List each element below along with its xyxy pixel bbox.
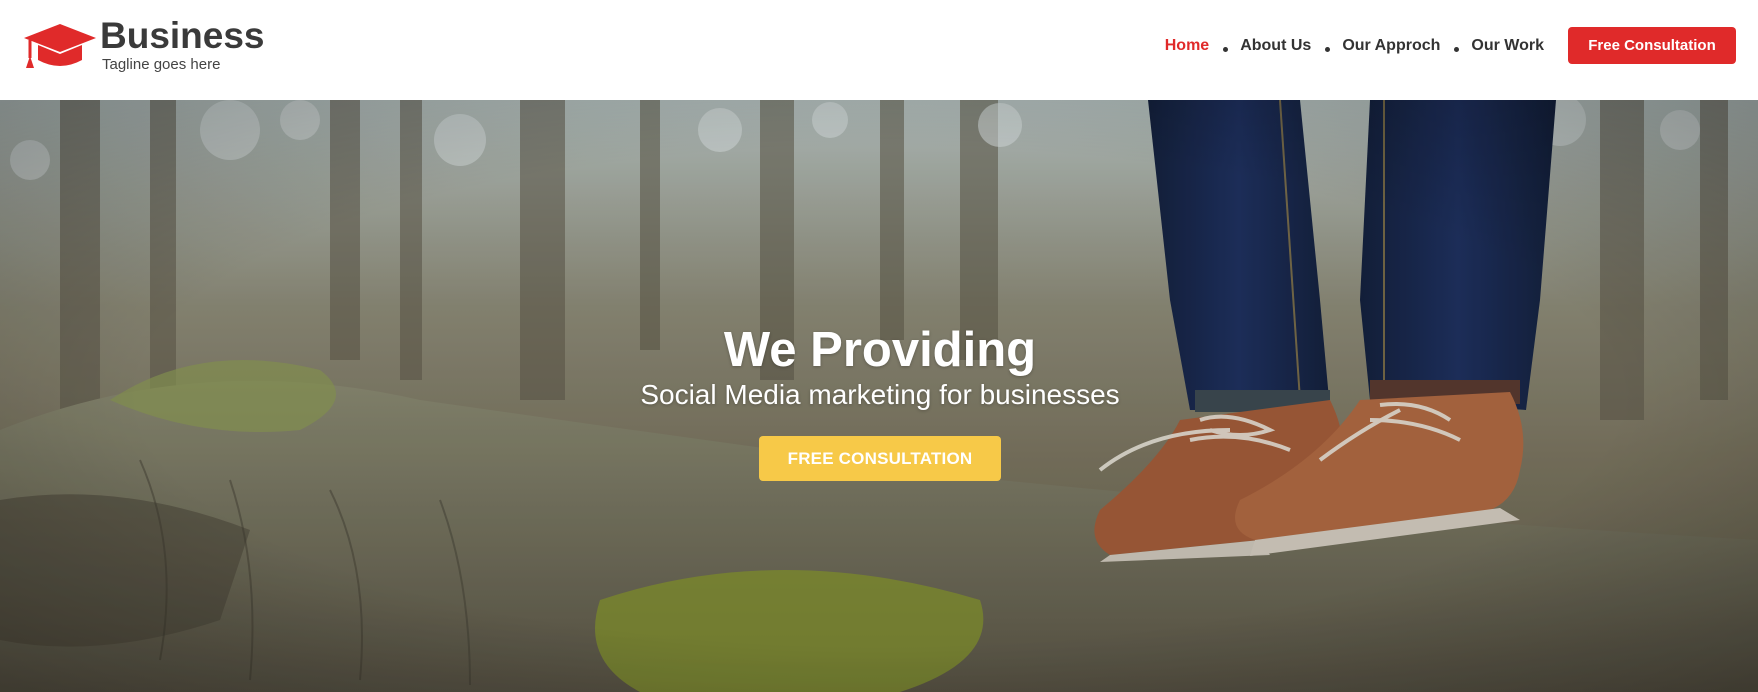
nav-separator-dot bbox=[1325, 47, 1331, 52]
logo[interactable]: Business Tagline goes here bbox=[22, 16, 265, 76]
main-nav: Home About Us Our Approch Our Work Free … bbox=[1165, 27, 1736, 64]
hero-section: We Providing Social Media marketing for … bbox=[0, 100, 1758, 692]
nav-item-our-work[interactable]: Our Work bbox=[1471, 37, 1544, 55]
nav-item-home[interactable]: Home bbox=[1165, 37, 1209, 55]
hero-subtitle: Social Media marketing for businesses bbox=[640, 379, 1120, 410]
hero-content: We Providing Social Media marketing for … bbox=[580, 322, 1180, 481]
nav-item-about-us[interactable]: About Us bbox=[1240, 37, 1311, 55]
hero-title: We Providing bbox=[723, 323, 1037, 377]
tagline: Tagline goes here bbox=[102, 56, 221, 73]
graduation-cap-icon bbox=[24, 24, 96, 68]
nav-separator-dot bbox=[1454, 47, 1460, 52]
brand-name: Business bbox=[100, 15, 265, 56]
free-consultation-button[interactable]: Free Consultation bbox=[1568, 27, 1736, 64]
nav-separator-dot bbox=[1223, 47, 1229, 52]
nav-item-our-approch[interactable]: Our Approch bbox=[1342, 37, 1440, 55]
site-header: Business Tagline goes here Home About Us… bbox=[0, 0, 1758, 100]
hero-free-consultation-button[interactable]: FREE CONSULTATION bbox=[759, 436, 1001, 481]
